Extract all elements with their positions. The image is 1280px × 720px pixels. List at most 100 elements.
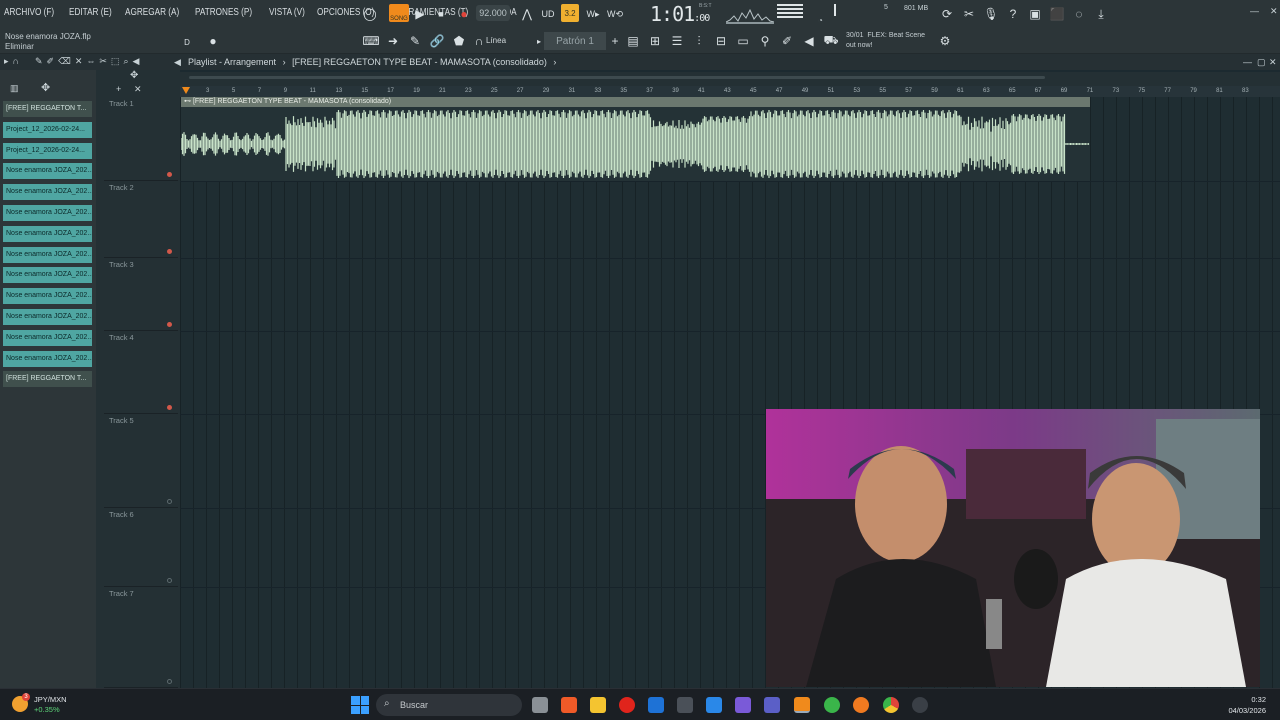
master-volume-slider[interactable]: [834, 4, 836, 16]
record-icon[interactable]: ●: [455, 5, 473, 23]
typing-keyboard-icon[interactable]: W▸: [584, 5, 602, 23]
file-explorer-icon[interactable]: [590, 697, 606, 713]
clip-item[interactable]: Nose enamora JOZA_202...: [3, 246, 92, 263]
track-enable-dot[interactable]: [167, 172, 172, 177]
file-icon[interactable]: ▭: [734, 32, 752, 50]
arrow-tool-icon[interactable]: ➜: [384, 32, 402, 50]
track-header[interactable]: Track 1: [104, 97, 178, 181]
speaker-icon[interactable]: ◀: [800, 32, 818, 50]
skype-icon[interactable]: [706, 697, 722, 713]
close-icon[interactable]: ✕: [1270, 6, 1278, 17]
track-header[interactable]: Track 5: [104, 414, 178, 508]
settings-icon[interactable]: ⚙: [936, 32, 954, 50]
move-icon[interactable]: ✥: [130, 70, 138, 81]
brush-tool-icon[interactable]: ✐: [47, 56, 55, 67]
pattern-select[interactable]: Patrón 1: [544, 32, 606, 50]
track-header[interactable]: Track 3: [104, 258, 178, 331]
track-enable-dot[interactable]: [167, 679, 172, 684]
channel-rack-icon[interactable]: ⊞: [646, 32, 664, 50]
track-header[interactable]: Track 4: [104, 331, 178, 414]
horizontal-scrollbar[interactable]: [189, 76, 1045, 79]
close-small-icon[interactable]: ✕: [134, 84, 142, 95]
select-tool-icon[interactable]: ⬚: [111, 56, 120, 67]
picker-list-icon[interactable]: ▥: [10, 83, 19, 94]
menu-item-4[interactable]: VISTA (V): [269, 7, 305, 18]
clip-item[interactable]: Nose enamora JOZA_202...: [3, 309, 92, 325]
refresh-icon[interactable]: ⟳: [938, 5, 956, 23]
playlist-maximize-icon[interactable]: ▢: [1257, 57, 1266, 68]
plugin-icon[interactable]: ⚲: [756, 32, 774, 50]
browser-icon[interactable]: ⊟: [712, 32, 730, 50]
pencil-tool-icon[interactable]: ✎: [35, 56, 43, 67]
playlist-icon[interactable]: ▤: [624, 32, 642, 50]
app-gear-icon[interactable]: [912, 697, 928, 713]
track-enable-dot[interactable]: [167, 578, 172, 583]
slice-tool-icon[interactable]: ✂: [99, 56, 107, 67]
track-enable-dot[interactable]: [167, 405, 172, 410]
chrome-icon[interactable]: [883, 697, 899, 713]
delete-tool-icon[interactable]: ⌫: [58, 56, 71, 67]
song-mode-button[interactable]: SONG: [389, 4, 409, 22]
windows-start-icon[interactable]: [351, 696, 369, 714]
add-pattern-icon[interactable]: +: [606, 32, 624, 50]
save-icon[interactable]: ▣: [1026, 5, 1044, 23]
clip-item[interactable]: Project_12_2026-02-24...: [3, 121, 92, 138]
teams-icon[interactable]: [764, 697, 780, 713]
menu-item-2[interactable]: AGREGAR (A): [125, 7, 179, 18]
draw-tool-icon[interactable]: ✎: [406, 32, 424, 50]
help-icon[interactable]: ?: [1004, 5, 1022, 23]
pattern-mode-icon[interactable]: D: [178, 33, 196, 51]
playlist-close-icon[interactable]: ✕: [1269, 57, 1277, 68]
clip-item[interactable]: [FREE] REGGAETON T...: [3, 371, 92, 388]
wait-input-icon[interactable]: UD: [539, 5, 557, 23]
fl-studio-icon[interactable]: [794, 697, 810, 713]
slip-tool-icon[interactable]: ⇔: [86, 56, 95, 67]
playback-tool-icon[interactable]: ◀: [132, 56, 139, 67]
clip-item[interactable]: Nose enamora JOZA_202...: [3, 184, 92, 201]
menu-item-0[interactable]: ARCHIVO (F): [4, 7, 54, 18]
metronome-knob-icon[interactable]: ◯: [361, 5, 379, 23]
cut-tool-icon[interactable]: ✂: [960, 5, 978, 23]
clip-item[interactable]: Nose enamora JOZA_202...: [3, 350, 92, 367]
play-small-icon[interactable]: ▸: [4, 56, 9, 67]
playhead-marker[interactable]: [182, 87, 190, 94]
menu-item-3[interactable]: PATRONES (P): [195, 7, 252, 18]
mute-tool-icon[interactable]: ✕: [75, 56, 83, 67]
app-green-icon[interactable]: [824, 697, 840, 713]
taskbar-search[interactable]: ⌕ Buscar: [376, 694, 522, 716]
mixer-icon[interactable]: ☰: [668, 32, 686, 50]
clip-item[interactable]: [FREE] REGGAETON T...: [3, 101, 92, 117]
news-panel[interactable]: 30/01 FLEX: Beat Scene out now!: [846, 31, 925, 51]
metronome-icon[interactable]: ⋀: [518, 5, 536, 23]
clip-item[interactable]: Project_12_2026-02-24...: [3, 142, 92, 159]
track-header[interactable]: Track 2: [104, 181, 178, 258]
master-pitch-knob[interactable]: ●: [204, 32, 222, 50]
outlook-icon[interactable]: [648, 697, 664, 713]
export-icon[interactable]: ⬛: [1048, 5, 1066, 23]
media-icon[interactable]: [619, 697, 635, 713]
track-enable-dot[interactable]: [167, 322, 172, 327]
menu-item-1[interactable]: EDITAR (E): [69, 7, 112, 18]
loop-record-icon[interactable]: W⟲: [606, 5, 624, 23]
clip-item[interactable]: Nose enamora JOZA_202...: [3, 225, 92, 242]
sliders-icon[interactable]: ⫶: [690, 32, 708, 50]
microphone-icon[interactable]: 🎙: [982, 5, 1000, 23]
add-track-icon[interactable]: +: [116, 84, 121, 94]
speaker-small-icon[interactable]: ◀: [174, 57, 181, 68]
clip-item[interactable]: Nose enamora JOZA_202...: [3, 288, 92, 305]
track-enable-dot[interactable]: [167, 249, 172, 254]
track-header[interactable]: Track 7: [104, 587, 178, 688]
minimize-icon[interactable]: —: [1250, 6, 1259, 16]
playlist-minimize-icon[interactable]: —: [1243, 57, 1252, 67]
clip-item[interactable]: Nose enamora JOZA_202...: [3, 267, 92, 284]
brush-icon[interactable]: ✐: [778, 32, 796, 50]
download-icon[interactable]: ⤓: [1092, 5, 1110, 23]
cart-icon[interactable]: ⛟: [822, 32, 840, 50]
clip-item[interactable]: Nose enamora JOZA_202...: [3, 205, 92, 221]
clip-item[interactable]: Nose enamora JOZA_202...: [3, 163, 92, 180]
magnet-small-icon[interactable]: ∩: [13, 56, 19, 67]
link-icon[interactable]: 🔗: [428, 32, 446, 50]
step-button[interactable]: 3.2: [561, 4, 579, 22]
clip-item[interactable]: Nose enamora JOZA_202...: [3, 329, 92, 346]
stock-ticker[interactable]: JPY/MXN +0.35%: [34, 695, 67, 715]
